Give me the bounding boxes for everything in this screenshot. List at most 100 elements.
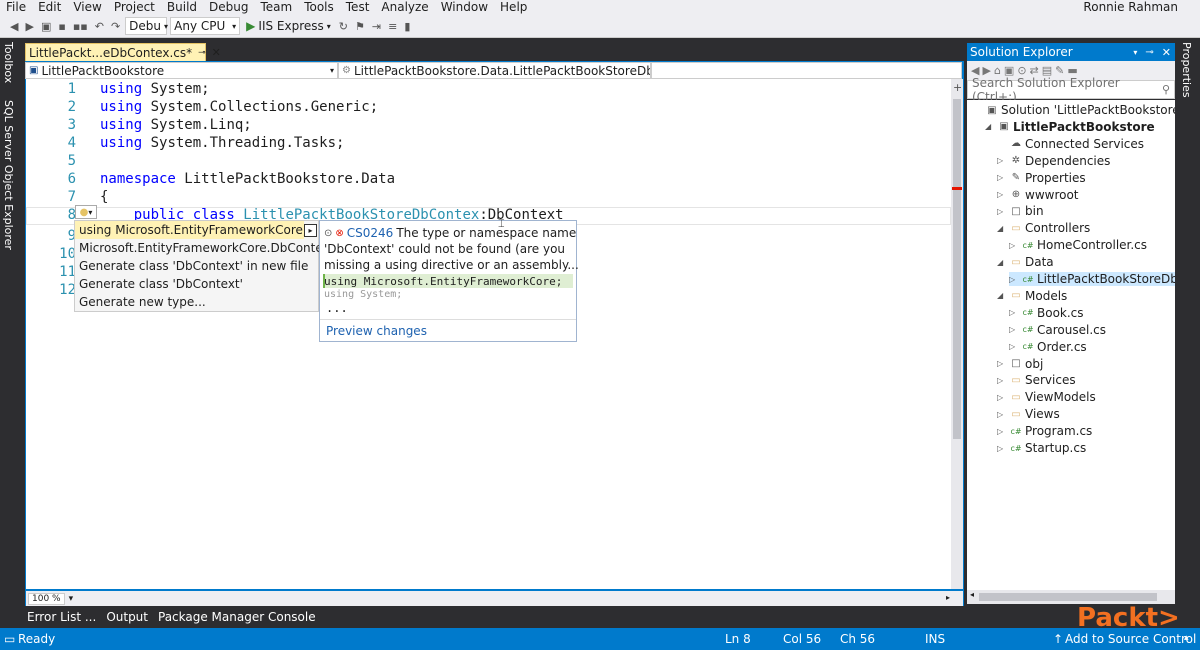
expand-arrow-icon[interactable]: ▷ <box>1009 275 1019 284</box>
menu-test[interactable]: Test <box>340 0 376 15</box>
tree-node[interactable]: ◢ ▣ LittlePacktBookstore <box>985 120 1155 134</box>
tree-node[interactable]: ▷ c# Program.cs <box>997 424 1092 438</box>
tree-node[interactable]: ▷ c# HomeController.cs <box>1009 238 1147 252</box>
solution-explorer-search-input[interactable]: Search Solution Explorer (Ctrl+;) ⚲ <box>967 76 1175 104</box>
tree-node[interactable]: ▷ ▭ ViewModels <box>997 390 1096 404</box>
expand-arrow-icon[interactable]: ▷ <box>1009 325 1019 334</box>
close-icon[interactable]: ✕ <box>1158 46 1175 59</box>
tree-node[interactable]: ▷ ▭ Services <box>997 373 1076 387</box>
light-bulb-button[interactable]: ● ▾ <box>75 205 97 219</box>
tree-node[interactable]: ▷ c# Carousel.cs <box>1009 323 1106 337</box>
expand-arrow-icon[interactable]: ▷ <box>997 173 1007 182</box>
scroll-left-icon[interactable]: ◂ <box>970 590 974 599</box>
solution-explorer-horizontal-scrollbar[interactable]: ◂ <box>967 590 1175 604</box>
member-nav-select[interactable] <box>651 62 962 79</box>
expand-arrow-icon[interactable]: ◢ <box>997 258 1007 267</box>
project-nav-select[interactable]: ▣ LittlePacktBookstore ▾ <box>25 62 338 79</box>
close-icon[interactable]: ✕ <box>212 46 221 59</box>
step-icon[interactable]: ⇥ <box>370 20 383 33</box>
tree-node[interactable]: ☁ Connected Services <box>997 137 1144 151</box>
expand-arrow-icon[interactable]: ▷ <box>997 190 1007 199</box>
tree-node[interactable]: ▷ ✎ Properties <box>997 171 1086 185</box>
split-icon[interactable]: + <box>953 81 962 94</box>
chevron-down-icon[interactable]: ▾ <box>1129 48 1141 57</box>
menu-edit[interactable]: Edit <box>32 0 67 15</box>
tree-node[interactable]: ▷ c# Book.cs <box>1009 306 1084 320</box>
expand-arrow-icon[interactable]: ▷ <box>1009 308 1019 317</box>
code-line[interactable]: { <box>100 189 108 205</box>
quick-action-item[interactable]: Generate class 'DbContext' <box>79 277 243 291</box>
tree-node[interactable]: ▷ c# Order.cs <box>1009 340 1087 354</box>
save-all-icon[interactable]: ▪▪ <box>71 20 90 33</box>
tree-node[interactable]: ◢ ▭ Controllers <box>997 221 1090 235</box>
platform-select[interactable]: Any CPU ▾ <box>170 17 241 35</box>
expand-arrow-icon[interactable]: ▷ <box>997 444 1007 453</box>
quick-action-item[interactable]: Generate new type... <box>79 295 206 309</box>
refresh-icon[interactable]: ↻ <box>337 20 350 33</box>
user-name[interactable]: Ronnie Rahman <box>1083 0 1178 15</box>
save-icon[interactable]: ▪ <box>56 20 67 33</box>
expand-arrow-icon[interactable]: ▷ <box>997 427 1007 436</box>
back-icon[interactable]: ◀ <box>8 20 20 33</box>
tree-node[interactable]: ◢ ▭ Models <box>997 289 1067 303</box>
editor-vertical-scrollbar[interactable]: + <box>951 79 963 589</box>
undo-icon[interactable]: ↶ <box>93 20 106 33</box>
run-button[interactable]: ▶ IIS Express ▾ <box>243 17 334 35</box>
code-line[interactable]: namespace LittlePacktBookstore.Data <box>100 171 395 187</box>
code-line[interactable]: using System.Threading.Tasks; <box>100 135 344 151</box>
pin-icon[interactable]: ⊸ <box>198 48 206 58</box>
tree-node[interactable]: ▣ Solution 'LittlePacktBookstore' (1 pr <box>973 103 1175 117</box>
tree-node[interactable]: ▷ ⊕ wwwroot <box>997 188 1079 202</box>
menu-tools[interactable]: Tools <box>298 0 340 15</box>
tab-output[interactable]: Output <box>104 610 148 624</box>
menu-file[interactable]: File <box>0 0 32 15</box>
expand-arrow-icon[interactable]: ◢ <box>997 224 1007 233</box>
expand-arrow-icon[interactable]: ▷ <box>1009 241 1019 250</box>
type-nav-select[interactable]: ⚙ LittlePacktBookstore.Data.LittlePacktB… <box>338 62 651 79</box>
menu-build[interactable]: Build <box>161 0 203 15</box>
tree-node[interactable]: ◢ ▭ Data <box>997 255 1054 269</box>
code-line[interactable]: using System.Collections.Generic; <box>100 99 378 115</box>
forward-icon[interactable]: ▶ <box>23 20 35 33</box>
tab-package-manager-console[interactable]: Package Manager Console <box>156 610 316 624</box>
menu-analyze[interactable]: Analyze <box>375 0 434 15</box>
tree-node[interactable]: ▷ □ obj <box>997 357 1043 371</box>
quick-action-item[interactable]: Generate class 'DbContext' in new file <box>79 259 308 273</box>
quick-action-item[interactable]: using Microsoft.EntityFrameworkCore; <box>79 223 307 237</box>
scrollbar-thumb[interactable] <box>979 593 1157 601</box>
comment-icon[interactable]: ≡ <box>386 20 399 33</box>
tree-node[interactable]: ▷ ✲ Dependencies <box>997 154 1110 168</box>
document-tab[interactable]: LittlePackt...eDbContex.cs* ⊸ ✕ <box>25 43 221 62</box>
tree-node[interactable]: ▷ c# Startup.cs <box>997 441 1086 455</box>
bookmark-icon[interactable]: ▮ <box>402 20 412 33</box>
pin-icon[interactable]: ⊸ <box>1141 47 1157 58</box>
configuration-select[interactable]: Debu ▾ <box>125 17 168 35</box>
tab-error-list[interactable]: Error List ... <box>25 610 96 624</box>
zoom-select[interactable]: 100 % <box>28 592 65 605</box>
menu-debug[interactable]: Debug <box>203 0 254 15</box>
preview-changes-link[interactable]: Preview changes <box>326 324 427 338</box>
sql-server-object-explorer-tab[interactable]: SQL Server Object Explorer <box>2 100 15 250</box>
tree-node[interactable]: ▷ ▭ Views <box>997 407 1060 421</box>
scroll-right-icon[interactable]: ▸ <box>946 593 950 602</box>
expand-circle-icon[interactable]: ⊙ <box>324 228 332 239</box>
expand-arrow-icon[interactable]: ▷ <box>997 156 1007 165</box>
new-item-icon[interactable]: ▣ <box>39 20 53 33</box>
tree-node[interactable]: ▷c#LittlePacktBookStoreDbConte <box>1009 272 1175 286</box>
expand-arrow-icon[interactable]: ▷ <box>1009 342 1019 351</box>
code-line[interactable]: using System; <box>100 81 210 97</box>
expand-arrow-icon[interactable]: ▷ <box>997 393 1007 402</box>
quick-action-item[interactable]: Microsoft.EntityFrameworkCore.DbContext <box>79 241 334 255</box>
redo-icon[interactable]: ↷ <box>109 20 122 33</box>
expand-arrow-icon[interactable]: ▷ <box>997 376 1007 385</box>
properties-tab[interactable]: Properties <box>1180 42 1193 98</box>
menu-project[interactable]: Project <box>108 0 161 15</box>
error-code-link[interactable]: CS0246 <box>347 226 394 240</box>
add-to-source-control-button[interactable]: Add to Source Control <box>1065 632 1196 646</box>
menu-team[interactable]: Team <box>254 0 298 15</box>
expand-arrow-icon[interactable]: ▷ <box>997 359 1007 368</box>
search-icon[interactable]: ⚲ <box>1162 83 1170 96</box>
expand-arrow-icon[interactable]: ▷ <box>997 410 1007 419</box>
expand-arrow-icon[interactable]: ▷ <box>997 207 1007 216</box>
tree-node[interactable]: ▷ □ bin <box>997 204 1044 218</box>
